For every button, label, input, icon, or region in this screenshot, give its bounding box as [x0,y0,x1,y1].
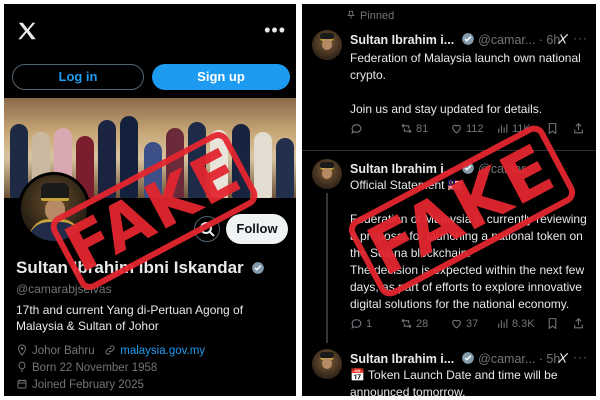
bookmark-icon [548,123,557,135]
profile-location: Johor Bahru [32,345,95,357]
tweet-actions: 1 28 37 8.3K [350,317,590,333]
tweet-header: Sultan Ibrahim i... @camar... · 6h [350,32,560,47]
views-count: 8.3K [512,318,535,330]
bookmark-button[interactable] [546,122,562,135]
heart-icon [452,319,461,329]
tweet-text: 📅 Token Launch Date and time will be ann… [350,368,558,396]
auth-buttons: Log in Sign up [12,64,290,92]
like-count: 37 [466,318,479,330]
verified-badge-icon [461,352,474,364]
views-icon [498,319,508,328]
pinned-text: Pinned [360,10,395,22]
verified-badge-icon [461,33,474,45]
top-bar: ••• [4,4,296,60]
pin-icon [347,10,355,19]
like-button[interactable]: 37 [450,317,478,330]
tweet-author-name[interactable]: Sultan Ibrahim i... [350,33,454,47]
balloon-icon [18,361,26,372]
repost-icon [401,318,412,329]
profile-born-row: Born 22 November 1958 [16,361,157,374]
signup-button[interactable]: Sign up [152,64,290,90]
reply-icon [351,124,362,134]
more-options-icon[interactable]: ··· [573,31,588,45]
bookmark-button[interactable] [546,317,562,330]
like-count: 112 [466,123,484,135]
login-button[interactable]: Log in [12,64,144,90]
share-button[interactable] [572,317,588,330]
share-icon [574,317,583,329]
location-icon [17,344,27,356]
tweet-author-handle: @camar... [478,352,536,366]
tweet-actions: 81 112 11K [350,122,590,138]
like-button[interactable]: 112 [450,122,484,135]
tweet[interactable]: Pinned Sultan Ibrahim i... @camar... · 6… [302,4,596,150]
verified-badge-icon [252,262,265,274]
tweet-avatar[interactable] [312,349,342,379]
grok-icon[interactable] [556,32,570,46]
repost-button[interactable]: 28 [400,317,428,330]
repost-icon [401,123,412,134]
tweet-avatar[interactable] [312,159,342,189]
repost-count: 28 [416,318,429,330]
follow-button[interactable]: Follow [226,214,288,244]
grok-icon[interactable] [556,351,570,365]
share-icon [574,122,583,134]
thread-line [326,193,328,343]
calendar-icon [17,379,27,389]
profile-born: Born 22 November 1958 [32,362,158,374]
reply-button[interactable]: 1 [350,317,372,330]
profile-joined: Joined February 2025 [32,379,144,391]
reply-count: 1 [366,318,373,330]
tweet-header: Sultan Ibrahim i... @camar... · 5h [350,351,560,366]
more-options-icon[interactable]: ··· [573,350,588,364]
tweet-text: Federation of Malaysia launch own nation… [350,51,581,116]
x-logo-icon[interactable] [16,20,38,42]
pinned-label: Pinned [346,10,394,22]
views-button[interactable]: 8.3K [496,317,535,330]
link-icon [105,345,115,355]
share-button[interactable] [572,122,588,135]
tweet-author-name[interactable]: Sultan Ibrahim i... [350,352,454,366]
profile-bio: 17th and current Yang di-Pertuan Agong o… [16,303,244,333]
reply-icon [351,319,362,329]
more-options-icon[interactable]: ••• [264,20,286,41]
profile-location-row: Johor Bahru malaysia.gov.my [16,344,205,357]
views-icon [498,124,508,133]
bookmark-icon [548,318,557,330]
repost-button[interactable]: 81 [400,122,428,135]
profile-joined-row: Joined February 2025 [16,378,144,391]
repost-count: 81 [416,123,429,135]
tweet-avatar[interactable] [312,30,342,60]
reply-button[interactable] [350,122,366,135]
tweet[interactable]: Sultan Ibrahim i... @camar... · 5h ··· 📅… [302,343,596,396]
tweet-author-handle: @camar... [478,33,536,47]
heart-icon [452,124,461,134]
profile-website-link[interactable]: malaysia.gov.my [120,345,205,357]
